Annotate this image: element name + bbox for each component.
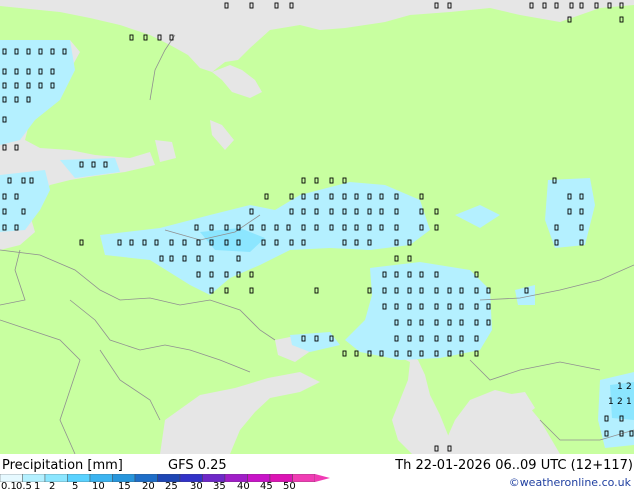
legend-swatch: [67, 474, 91, 482]
legend-tick-label: 1: [34, 481, 41, 492]
run-time: Th 22-01-2026 06..09 UTC (12+117): [395, 458, 633, 473]
precipitation-map: 1 1 2 1 2: [0, 0, 634, 454]
map-value-label: 1: [626, 397, 632, 407]
model-name: GFS 0.25: [168, 458, 227, 473]
legend-tick-label: 25: [165, 481, 178, 492]
legend-tick-label: 45: [260, 481, 273, 492]
map-value-label: 2: [626, 382, 632, 392]
legend-tick-label: 40: [237, 481, 250, 492]
legend-tick-label: 35: [213, 481, 226, 492]
legend-tick-label: 10: [92, 481, 105, 492]
legend-tick-label: 2: [49, 481, 56, 492]
legend-tick-label: 0.5: [16, 481, 32, 492]
legend-tick-label: 15: [118, 481, 131, 492]
legend-title: Precipitation [mm]: [2, 458, 123, 473]
map-value-label: 1: [608, 397, 614, 407]
legend-tick-label: 20: [142, 481, 155, 492]
legend-swatch: [292, 474, 316, 482]
legend-tick-label: 5: [72, 481, 79, 492]
legend-arrow: [315, 474, 330, 482]
map-value-label: 2: [617, 397, 623, 407]
legend-tick-label: 50: [283, 481, 296, 492]
legend-tick-label: 0.1: [1, 481, 17, 492]
credit-link[interactable]: ©weatheronline.co.uk: [509, 475, 631, 490]
map-value-label: 1: [617, 382, 623, 392]
legend-tick-label: 30: [190, 481, 203, 492]
